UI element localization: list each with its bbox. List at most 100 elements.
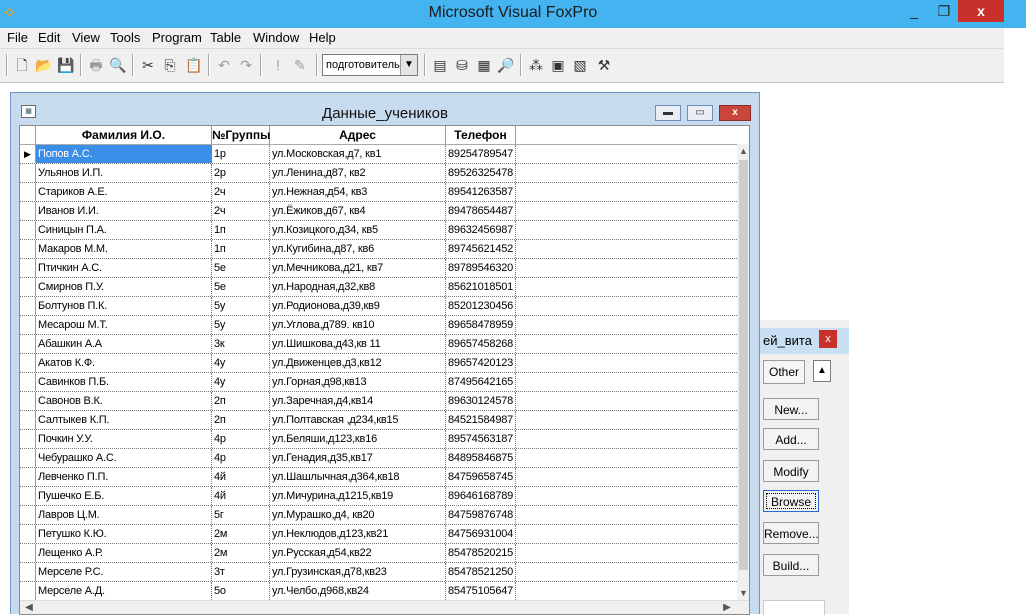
cell-phone[interactable]: 89657420123	[446, 354, 516, 372]
column-header-group[interactable]: №Группы	[212, 126, 270, 144]
horizontal-scrollbar[interactable]: ◀ ▶	[20, 600, 749, 614]
row-marker[interactable]	[20, 392, 36, 410]
cell-name[interactable]: Болтунов П.К.	[36, 297, 212, 315]
table-row[interactable]: Месарош М.Т. 5у ул.Углова,д789. кв10 896584…	[20, 316, 737, 335]
chevron-down-icon[interactable]: ▼	[400, 55, 417, 75]
table-row[interactable]: Стариков А.Е. 2ч ул.Нежная,д54, кв3 8954126…	[20, 183, 737, 202]
row-marker[interactable]	[20, 582, 36, 600]
cell-address[interactable]: ул.Неклюдов,д123,кв21	[270, 525, 446, 543]
add-button[interactable]: Add...	[763, 428, 819, 450]
scroll-down-icon[interactable]: ▼	[737, 586, 749, 600]
column-header-phone[interactable]: Телефон	[446, 126, 516, 144]
cell-phone[interactable]: 89574563187	[446, 430, 516, 448]
scroll-up-icon[interactable]: ▲	[737, 144, 749, 158]
cell-phone[interactable]: 89646168789	[446, 487, 516, 505]
new-file-icon[interactable]: 🗋	[12, 55, 32, 75]
copy-icon[interactable]: ⎘	[160, 55, 180, 75]
scroll-right-icon[interactable]: ▶	[720, 601, 734, 614]
cell-group[interactable]: 2ч	[212, 202, 270, 220]
cell-group[interactable]: 5о	[212, 582, 270, 600]
table-row[interactable]: Почкин У.У. 4р ул.Беляши,д123,кв16 89574563…	[20, 430, 737, 449]
cell-phone[interactable]: 85478520215	[446, 544, 516, 562]
cell-group[interactable]: 3к	[212, 335, 270, 353]
cell-name[interactable]: Ульянов И.П.	[36, 164, 212, 182]
window-maximize-button[interactable]: ▭	[687, 105, 713, 121]
table-row[interactable]: Савонов В.К. 2п ул.Заречная,д4,кв14 8963012…	[20, 392, 737, 411]
cell-address[interactable]: ул.Московская,д7, кв1	[270, 145, 446, 163]
cell-name[interactable]: Савинков П.Б.	[36, 373, 212, 391]
table-row[interactable]: Салтыкев К.П. 2п ул.Полтавская ,д234,кв15 8…	[20, 411, 737, 430]
menu-program[interactable]: Program	[152, 30, 202, 45]
row-marker[interactable]	[20, 278, 36, 296]
row-marker[interactable]	[20, 354, 36, 372]
row-marker[interactable]	[20, 259, 36, 277]
print-icon[interactable]: 🖶	[86, 55, 106, 75]
cell-phone[interactable]: 87495642165	[446, 373, 516, 391]
command-window-icon[interactable]: ▤	[430, 55, 450, 75]
row-marker[interactable]	[20, 411, 36, 429]
cell-address[interactable]: ул.Козицкого,д34, кв5	[270, 221, 446, 239]
cell-phone[interactable]: 89254789547	[446, 145, 516, 163]
menu-window[interactable]: Window	[253, 30, 299, 45]
remove-button[interactable]: Remove...	[763, 522, 819, 544]
cell-phone[interactable]: 89658478959	[446, 316, 516, 334]
row-marker[interactable]	[20, 487, 36, 505]
cell-name[interactable]: Стариков А.Е.	[36, 183, 212, 201]
cell-name[interactable]: Птичкин А.С.	[36, 259, 212, 277]
cell-phone[interactable]: 84895846875	[446, 449, 516, 467]
cell-group[interactable]: 2м	[212, 525, 270, 543]
run-icon[interactable]: !	[268, 55, 288, 75]
cell-address[interactable]: ул.Шишкова,д43,кв 11	[270, 335, 446, 353]
cell-group[interactable]: 5е	[212, 259, 270, 277]
build-button[interactable]: Build...	[763, 554, 819, 576]
properties-icon[interactable]: ▦	[474, 55, 494, 75]
table-row[interactable]: Левченко П.П. 4й ул.Шашлычная,д364,кв18 847…	[20, 468, 737, 487]
cell-address[interactable]: ул.Русская,д54,кв22	[270, 544, 446, 562]
cell-phone[interactable]: 89745621452	[446, 240, 516, 258]
table-row[interactable]: Макаров М.М. 1п ул.Кугибина,д87, кв6 897456…	[20, 240, 737, 259]
cell-address[interactable]: ул.Мечникова,д21, кв7	[270, 259, 446, 277]
row-marker[interactable]	[20, 449, 36, 467]
cell-group[interactable]: 1п	[212, 221, 270, 239]
cell-group[interactable]: 2п	[212, 392, 270, 410]
cell-group[interactable]: 2р	[212, 164, 270, 182]
modify-button[interactable]: Modify	[763, 460, 819, 482]
row-marker[interactable]	[20, 183, 36, 201]
table-row[interactable]: Петушко К.Ю. 2м ул.Неклюдов,д123,кв21 84756…	[20, 525, 737, 544]
menu-file[interactable]: File	[7, 30, 28, 45]
cell-group[interactable]: 5у	[212, 316, 270, 334]
table-row[interactable]: Синицын П.А. 1п ул.Козицкого,д34, кв5 89632…	[20, 221, 737, 240]
cell-group[interactable]: 4р	[212, 430, 270, 448]
cell-group[interactable]: 1п	[212, 240, 270, 258]
cell-name[interactable]: Макаров М.М.	[36, 240, 212, 258]
cell-name[interactable]: Абашкин А.А	[36, 335, 212, 353]
table-row[interactable]: Савинков П.Б. 4у ул.Горная,д98,кв13 8749564…	[20, 373, 737, 392]
cell-name[interactable]: Акатов К.Ф.	[36, 354, 212, 372]
table-row[interactable]: Пушечко Е.Б. 4й ул.Мичурина,д1215,кв19 8964…	[20, 487, 737, 506]
cell-address[interactable]: ул.Движенцев,д3,кв12	[270, 354, 446, 372]
table-row[interactable]: Болтунов П.К. 5у ул.Родионова,д39,кв9 85201…	[20, 297, 737, 316]
cell-group[interactable]: 5е	[212, 278, 270, 296]
cell-address[interactable]: ул.Ёжиков,д67, кв4	[270, 202, 446, 220]
cell-phone[interactable]: 89478654487	[446, 202, 516, 220]
paste-icon[interactable]: 📋	[184, 55, 204, 75]
cell-address[interactable]: ул.Родионова,д39,кв9	[270, 297, 446, 315]
vertical-scrollbar[interactable]: ▲ ▼	[737, 144, 749, 600]
row-marker[interactable]	[20, 164, 36, 182]
table-row[interactable]: Чебурашко А.С. 4р ул.Генадия,д35,кв17 84895…	[20, 449, 737, 468]
current-record-icon[interactable]: ▶	[20, 145, 36, 163]
cell-address[interactable]: ул.Мурашко,д4, кв20	[270, 506, 446, 524]
cell-name[interactable]: Попов А.С.	[36, 145, 212, 163]
cell-phone[interactable]: 85621018501	[446, 278, 516, 296]
table-row[interactable]: Ульянов И.П. 2р ул.Ленина,д87, кв2 89526325…	[20, 164, 737, 183]
scroll-left-icon[interactable]: ◀	[22, 601, 36, 614]
table-row[interactable]: Смирнов П.У. 5е ул.Народная,д32,кв8 8562101…	[20, 278, 737, 297]
print-preview-icon[interactable]: 🔍	[108, 55, 128, 75]
cell-name[interactable]: Лещенко А.Р.	[36, 544, 212, 562]
table-row[interactable]: Мерселе А.Д. 5о ул.Челбо,д968,кв24 85475105…	[20, 582, 737, 601]
row-marker[interactable]	[20, 525, 36, 543]
cell-phone[interactable]: 89541263587	[446, 183, 516, 201]
cell-group[interactable]: 2м	[212, 544, 270, 562]
menu-edit[interactable]: Edit	[38, 30, 60, 45]
column-header-name[interactable]: Фамилия И.О.	[36, 126, 212, 144]
